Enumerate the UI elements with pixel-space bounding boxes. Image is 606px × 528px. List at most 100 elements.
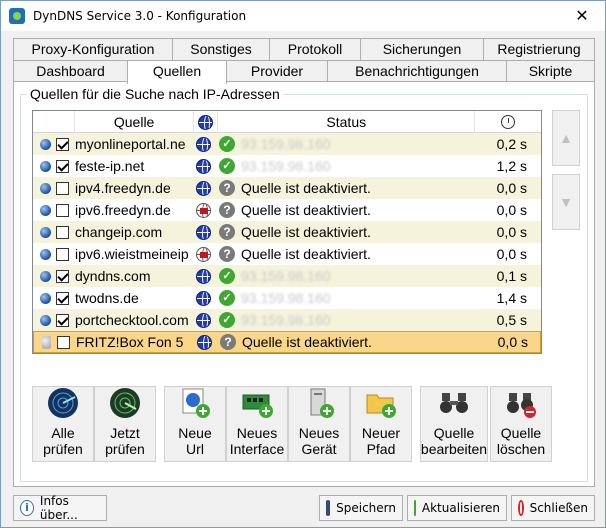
enable-checkbox[interactable] bbox=[53, 291, 71, 305]
source-type-icon bbox=[37, 160, 53, 172]
response-time: 1,4 s bbox=[496, 290, 527, 306]
header-spacer bbox=[33, 111, 75, 133]
ipv6-globe-icon bbox=[191, 202, 215, 218]
stop-icon bbox=[518, 500, 524, 516]
source-name: portchecktool.com bbox=[75, 312, 189, 328]
new-interface-button[interactable]: Neues Interface bbox=[226, 386, 288, 462]
table-row[interactable]: FRITZ!Box Fon 5? Quelle ist deaktiviert. 0… bbox=[33, 331, 541, 353]
source-status: ? Quelle ist deaktiviert. bbox=[215, 180, 473, 196]
enable-checkbox[interactable] bbox=[53, 159, 71, 173]
new-path-button[interactable]: Neuer Pfad bbox=[350, 386, 412, 462]
title-bar: DynDNS Service 3.0 - Konfiguration ✕ bbox=[1, 1, 605, 31]
update-button-label: Aktualisieren bbox=[421, 501, 500, 515]
info-button[interactable]: i Infos über... bbox=[13, 494, 107, 522]
source-type-icon bbox=[37, 138, 53, 150]
question-icon: ? bbox=[219, 202, 235, 218]
status-text: Quelle ist deaktiviert. bbox=[241, 202, 371, 218]
table-row[interactable]: changeip.com? Quelle ist deaktiviert. 0,0 … bbox=[33, 221, 541, 243]
ipv4-globe-icon bbox=[192, 334, 216, 350]
tab-registrierung[interactable]: Registrierung bbox=[483, 38, 595, 60]
new-interface-label: Neues Interface bbox=[229, 425, 285, 457]
table-row[interactable]: ipv6.wieistmeineip? Quelle ist deaktivier… bbox=[33, 243, 541, 265]
enable-checkbox[interactable] bbox=[53, 137, 71, 151]
sources-table[interactable]: Quelle Status myonlineportal.ne ✓ 93.159.9… bbox=[32, 110, 542, 354]
source-type-icon bbox=[37, 182, 53, 194]
binoculars-icon bbox=[438, 387, 470, 419]
tab-benachrichtigungen[interactable]: Benachrichtigungen bbox=[327, 60, 507, 82]
app-window: DynDNS Service 3.0 - Konfiguration ✕ Pro… bbox=[0, 0, 606, 528]
table-row[interactable]: twodns.de ✓ 93.159.98.160 1,4 s bbox=[33, 287, 541, 309]
tab-provider[interactable]: Provider bbox=[226, 60, 328, 82]
status-text: 93.159.98.160 bbox=[241, 290, 331, 306]
tab-sonstiges[interactable]: Sonstiges bbox=[172, 38, 270, 60]
clock-icon bbox=[501, 115, 516, 129]
check-now-button[interactable]: Jetzt prüfen bbox=[94, 386, 156, 462]
save-button-label: Speichern bbox=[336, 501, 396, 515]
check-all-button[interactable]: Alle prüfen bbox=[32, 386, 94, 462]
table-row[interactable]: ipv4.freedyn.de? Quelle ist deaktiviert. 0… bbox=[33, 177, 541, 199]
response-time: 0,5 s bbox=[496, 312, 527, 328]
response-time: 0,0 s bbox=[497, 334, 528, 350]
enable-checkbox[interactable] bbox=[54, 335, 72, 349]
enable-checkbox[interactable] bbox=[53, 247, 71, 261]
move-down-button[interactable]: ▼ bbox=[552, 174, 580, 230]
table-row[interactable]: portchecktool.com ✓ 93.159.98.160 0,5 s bbox=[33, 309, 541, 331]
tab-dashboard[interactable]: Dashboard bbox=[13, 60, 128, 82]
source-type-icon bbox=[37, 270, 53, 282]
groupbox-title: Quellen für die Suche nach IP-Adressen bbox=[27, 86, 283, 102]
delete-source-button[interactable]: Quelle löschen bbox=[490, 386, 552, 462]
source-name: myonlineportal.ne bbox=[75, 136, 186, 152]
new-url-button[interactable]: Neue Url bbox=[164, 386, 226, 462]
folder-add-icon bbox=[365, 387, 397, 419]
table-row[interactable]: feste-ip.net ✓ 93.159.98.160 1,2 s bbox=[33, 155, 541, 177]
close-button[interactable]: Schließen bbox=[511, 495, 595, 521]
tab-row-top: Proxy-Konfiguration Sonstiges Protokoll … bbox=[13, 38, 595, 60]
enable-checkbox[interactable] bbox=[53, 181, 71, 195]
enable-checkbox[interactable] bbox=[53, 269, 71, 283]
enable-checkbox[interactable] bbox=[53, 313, 71, 327]
response-time: 0,2 s bbox=[496, 136, 527, 152]
move-up-button[interactable]: ▲ bbox=[552, 110, 580, 166]
source-name: ipv6.freedyn.de bbox=[75, 202, 171, 218]
header-network[interactable] bbox=[194, 111, 219, 133]
header-source[interactable]: Quelle bbox=[75, 111, 195, 133]
edit-source-button[interactable]: Quelle bearbeiten bbox=[420, 386, 488, 462]
enable-checkbox[interactable] bbox=[53, 203, 71, 217]
check-icon: ✓ bbox=[219, 268, 235, 284]
new-device-button[interactable]: Neues Gerät bbox=[288, 386, 350, 462]
tab-proxy-konfiguration[interactable]: Proxy-Konfiguration bbox=[13, 38, 173, 60]
ipv4-globe-icon bbox=[191, 268, 215, 284]
floppy-disk-icon bbox=[326, 500, 331, 516]
source-status: ✓ 93.159.98.160 bbox=[215, 290, 473, 306]
status-text: Quelle ist deaktiviert. bbox=[241, 180, 371, 196]
table-row[interactable]: myonlineportal.ne ✓ 93.159.98.160 0,2 s bbox=[33, 133, 541, 155]
question-icon: ? bbox=[220, 334, 236, 350]
response-time: 1,2 s bbox=[496, 158, 527, 174]
tab-quellen[interactable]: Quellen bbox=[127, 60, 227, 84]
question-icon: ? bbox=[219, 224, 235, 240]
source-type-icon bbox=[37, 292, 53, 304]
source-name: feste-ip.net bbox=[75, 158, 145, 174]
table-header: Quelle Status bbox=[33, 111, 541, 133]
tab-skripte[interactable]: Skripte bbox=[506, 60, 595, 82]
update-button[interactable]: Aktualisieren bbox=[407, 495, 507, 521]
enable-checkbox[interactable] bbox=[53, 225, 71, 239]
source-status: ✓ 93.159.98.160 bbox=[215, 268, 473, 284]
header-time[interactable] bbox=[475, 111, 541, 133]
ipv6-globe-icon bbox=[191, 246, 215, 262]
delete-source-label: Quelle löschen bbox=[496, 425, 546, 457]
close-window-button[interactable]: ✕ bbox=[559, 1, 605, 31]
ipv4-globe-icon bbox=[191, 180, 215, 196]
tab-sicherungen[interactable]: Sicherungen bbox=[360, 38, 484, 60]
save-button[interactable]: Speichern bbox=[319, 495, 403, 521]
source-name: twodns.de bbox=[75, 290, 139, 306]
check-icon: ✓ bbox=[219, 136, 235, 152]
source-type-icon bbox=[38, 335, 54, 349]
table-row[interactable]: dyndns.com ✓ 93.159.98.160 0,1 s bbox=[33, 265, 541, 287]
source-status: ? Quelle ist deaktiviert. bbox=[215, 224, 473, 240]
table-row[interactable]: ipv6.freedyn.de? Quelle ist deaktiviert. 0… bbox=[33, 199, 541, 221]
status-text: Quelle ist deaktiviert. bbox=[242, 334, 372, 350]
tab-protokoll[interactable]: Protokoll bbox=[269, 38, 361, 60]
header-status[interactable]: Status bbox=[218, 111, 476, 133]
check-icon: ✓ bbox=[219, 158, 235, 174]
